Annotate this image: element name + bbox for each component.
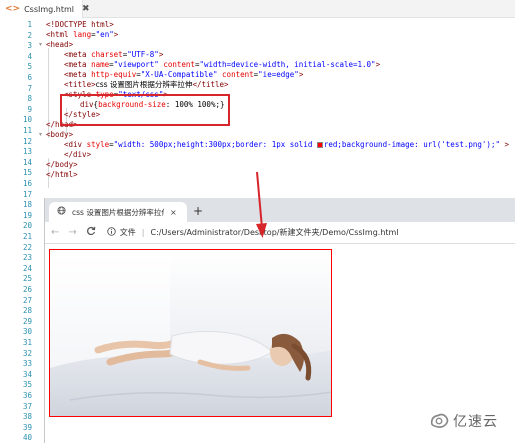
close-icon[interactable]: ✖	[82, 4, 90, 14]
line-number: 11	[22, 126, 32, 135]
browser-tab[interactable]: css 设置图片根据分辨率拉伸 ×	[49, 202, 187, 222]
code-line-2: <html lang="en">	[46, 30, 119, 39]
line-number: 29	[22, 316, 32, 326]
line-number: 10	[22, 115, 32, 125]
annotation-arrow-icon	[256, 171, 267, 238]
line-number: 20	[22, 221, 32, 231]
code-line-5: <meta name="viewport" content="width=dev…	[64, 60, 381, 69]
code-line-13: <div style="width: 500px;height:300px;bo…	[64, 140, 510, 149]
line-number: 39	[22, 422, 32, 432]
code-line-3: ▾ <head>	[39, 40, 74, 49]
watermark-logo-icon	[430, 413, 449, 428]
highlight-annotation-box	[60, 94, 230, 126]
line-number: 31	[22, 338, 32, 347]
code-line-6: <meta http-equiv="X-UA-Compatible" conte…	[64, 70, 304, 79]
code-line-16: </html>	[46, 170, 78, 179]
line-number: 3	[27, 41, 32, 51]
line-number: 38	[22, 412, 32, 422]
browser-window: css 设置图片根据分辨率拉伸 × + ← → 文件 | C:/Users/Ad…	[44, 198, 515, 443]
line-number: 6	[27, 73, 32, 82]
new-tab-button[interactable]: +	[193, 204, 203, 218]
line-number: 37	[22, 401, 32, 411]
fold-icon: ▾	[39, 131, 43, 138]
line-number: 28	[22, 306, 32, 316]
background-photo	[50, 250, 331, 416]
line-number: 32	[22, 348, 32, 358]
browser-tab-title: css 设置图片根据分辨率拉伸	[72, 207, 164, 217]
line-number: 35	[22, 380, 32, 390]
reload-icon[interactable]	[86, 226, 96, 239]
line-number: 33	[22, 359, 32, 369]
line-number: 15	[22, 168, 32, 178]
code-line-1: <!DOCTYPE html>	[46, 20, 114, 29]
line-number: 17	[22, 189, 32, 199]
line-number: 21	[22, 232, 32, 241]
line-number: 14	[22, 157, 32, 167]
line-number: 30	[22, 327, 32, 337]
file-scheme-label: 文件	[119, 228, 136, 237]
line-number: 22	[22, 242, 32, 252]
line-number: 36	[22, 391, 32, 400]
line-number: 13	[22, 147, 32, 157]
browser-navbar: ← → 文件 | C:/Users/Administrator/Desktop/…	[45, 222, 515, 244]
line-number: 1	[27, 20, 32, 29]
line-number: 40	[22, 433, 32, 443]
browser-tab-strip: css 设置图片根据分辨率拉伸 × +	[45, 198, 515, 222]
line-number: 27	[22, 295, 32, 305]
code-line-4: <meta charset="UTF-8">	[64, 50, 164, 59]
demo-div-background-image	[49, 249, 332, 417]
line-number: 23	[22, 253, 32, 263]
code-line-7: <title>css 设置图片根据分辨率拉伸</title>	[64, 80, 229, 89]
code-line-14: </div>	[64, 150, 92, 159]
line-number: 16	[22, 179, 32, 188]
info-icon[interactable]	[107, 227, 116, 238]
line-number: 12	[22, 136, 32, 146]
line-number: 34	[22, 369, 32, 379]
close-icon[interactable]: ×	[170, 208, 177, 217]
editor-tab-bar: <> CssImg.html ✖	[0, 0, 515, 18]
code-line-15: </body>	[46, 160, 78, 169]
line-number: 9	[27, 104, 32, 114]
line-number: 5	[27, 62, 32, 72]
watermark: 亿速云	[428, 410, 498, 432]
forward-arrow-icon[interactable]: →	[68, 227, 76, 238]
line-number: 2	[27, 30, 32, 40]
line-number: 24	[22, 263, 32, 273]
line-number: 18	[22, 200, 32, 210]
line-number: 19	[22, 210, 32, 220]
editor-tab-cssimg[interactable]: <> CssImg.html ✖	[0, 0, 90, 18]
line-number: 8	[27, 94, 32, 104]
address-separator: |	[141, 228, 145, 237]
globe-icon	[57, 206, 66, 218]
back-arrow-icon[interactable]: ←	[51, 227, 59, 238]
line-number-gutter: 1 2 3 4 5 6 7 8 9 10 11 12 13 14 15 16 17 18 19 20 21 22 23 24 2…	[0, 18, 38, 443]
code-line-12: ▾ <body>	[39, 130, 74, 139]
html-file-icon: <>	[5, 4, 21, 14]
line-number: 25	[22, 274, 32, 284]
line-number: 4	[27, 51, 32, 61]
line-number: 26	[22, 285, 32, 294]
fold-icon: ▾	[39, 41, 43, 48]
watermark-text: 亿速云	[453, 414, 498, 430]
color-swatch[interactable]	[316, 142, 323, 148]
editor-tab-label: CssImg.html	[24, 4, 75, 14]
line-number: 7	[27, 83, 32, 93]
